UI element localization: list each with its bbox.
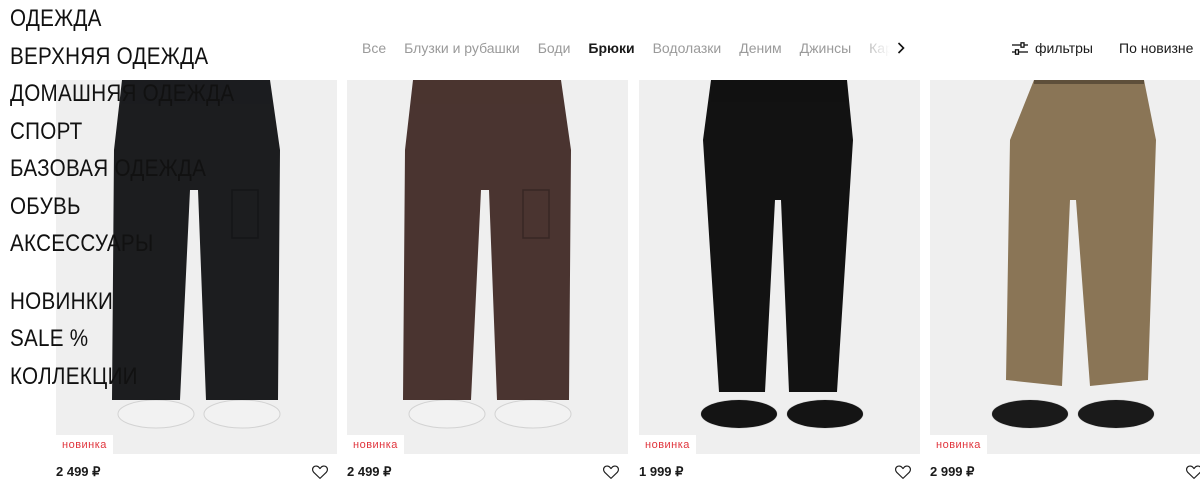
category-tabs: Все Блузки и рубашки Боди Брюки Водолазки Ден… <box>362 38 894 58</box>
heart-icon[interactable] <box>894 463 912 481</box>
product-photo[interactable]: новинка <box>347 80 628 454</box>
menu-item[interactable]: НОВИНКИ <box>10 283 234 321</box>
menu-item[interactable]: КОЛЛЕКЦИИ <box>10 358 234 396</box>
new-badge: новинка <box>347 435 404 454</box>
menu-item[interactable]: ОДЕЖДА <box>10 0 234 38</box>
menu-item[interactable]: АКСЕССУАРЫ <box>10 225 234 263</box>
product-price: 2 499 ₽ <box>347 464 392 479</box>
product-photo-illustration <box>991 80 1156 429</box>
menu-item[interactable]: ВЕРХНЯЯ ОДЕЖДА <box>10 38 234 76</box>
product-photo[interactable]: новинка <box>930 80 1200 454</box>
menu-item[interactable]: ОБУВЬ <box>10 188 234 226</box>
product-photo-illustration <box>700 80 864 429</box>
category-next-button[interactable] <box>894 38 908 58</box>
filters-button[interactable]: фильтры <box>1012 38 1093 58</box>
new-badge: новинка <box>56 435 113 454</box>
category-tab[interactable]: Все <box>362 38 386 58</box>
menu-item[interactable]: SALE % <box>10 320 234 358</box>
category-tab[interactable]: Блузки и рубашки <box>404 38 520 58</box>
category-tab[interactable]: Брюки <box>588 38 634 58</box>
category-tab[interactable]: Деним <box>739 38 781 58</box>
product-price: 2 999 ₽ <box>930 464 975 479</box>
sort-select[interactable]: По новизне <box>1119 38 1193 58</box>
new-badge: новинка <box>930 435 987 454</box>
product-price: 2 499 ₽ <box>56 464 101 479</box>
product-price: 1 999 ₽ <box>639 464 684 479</box>
menu-item[interactable]: СПОРТ <box>10 113 234 151</box>
menu-spacer <box>10 263 271 283</box>
chevron-right-icon <box>897 42 905 54</box>
product-card[interactable]: новинка 1 999 ₽ <box>639 80 920 479</box>
filters-label: фильтры <box>1035 40 1093 56</box>
category-fade <box>858 34 898 62</box>
menu-item[interactable]: БАЗОВАЯ ОДЕЖДА <box>10 150 234 188</box>
menu-item[interactable]: ДОМАШНЯЯ ОДЕЖДА <box>10 75 234 113</box>
product-photo-illustration <box>403 80 572 429</box>
main-menu: ОДЕЖДА ВЕРХНЯЯ ОДЕЖДА ДОМАШНЯЯ ОДЕЖДА СПОРТ… <box>10 0 271 395</box>
product-photo[interactable]: новинка <box>639 80 920 454</box>
heart-icon[interactable] <box>602 463 620 481</box>
category-tab[interactable]: Водолазки <box>653 38 722 58</box>
category-tab[interactable]: Джинсы <box>800 38 851 58</box>
heart-icon[interactable] <box>311 463 329 481</box>
new-badge: новинка <box>639 435 696 454</box>
heart-icon[interactable] <box>1185 463 1200 481</box>
category-tab[interactable]: Боди <box>538 38 571 58</box>
filter-sliders-icon <box>1012 41 1028 55</box>
product-card[interactable]: новинка 2 499 ₽ <box>347 80 628 479</box>
product-card[interactable]: новинка 2 999 ₽ <box>930 80 1200 479</box>
